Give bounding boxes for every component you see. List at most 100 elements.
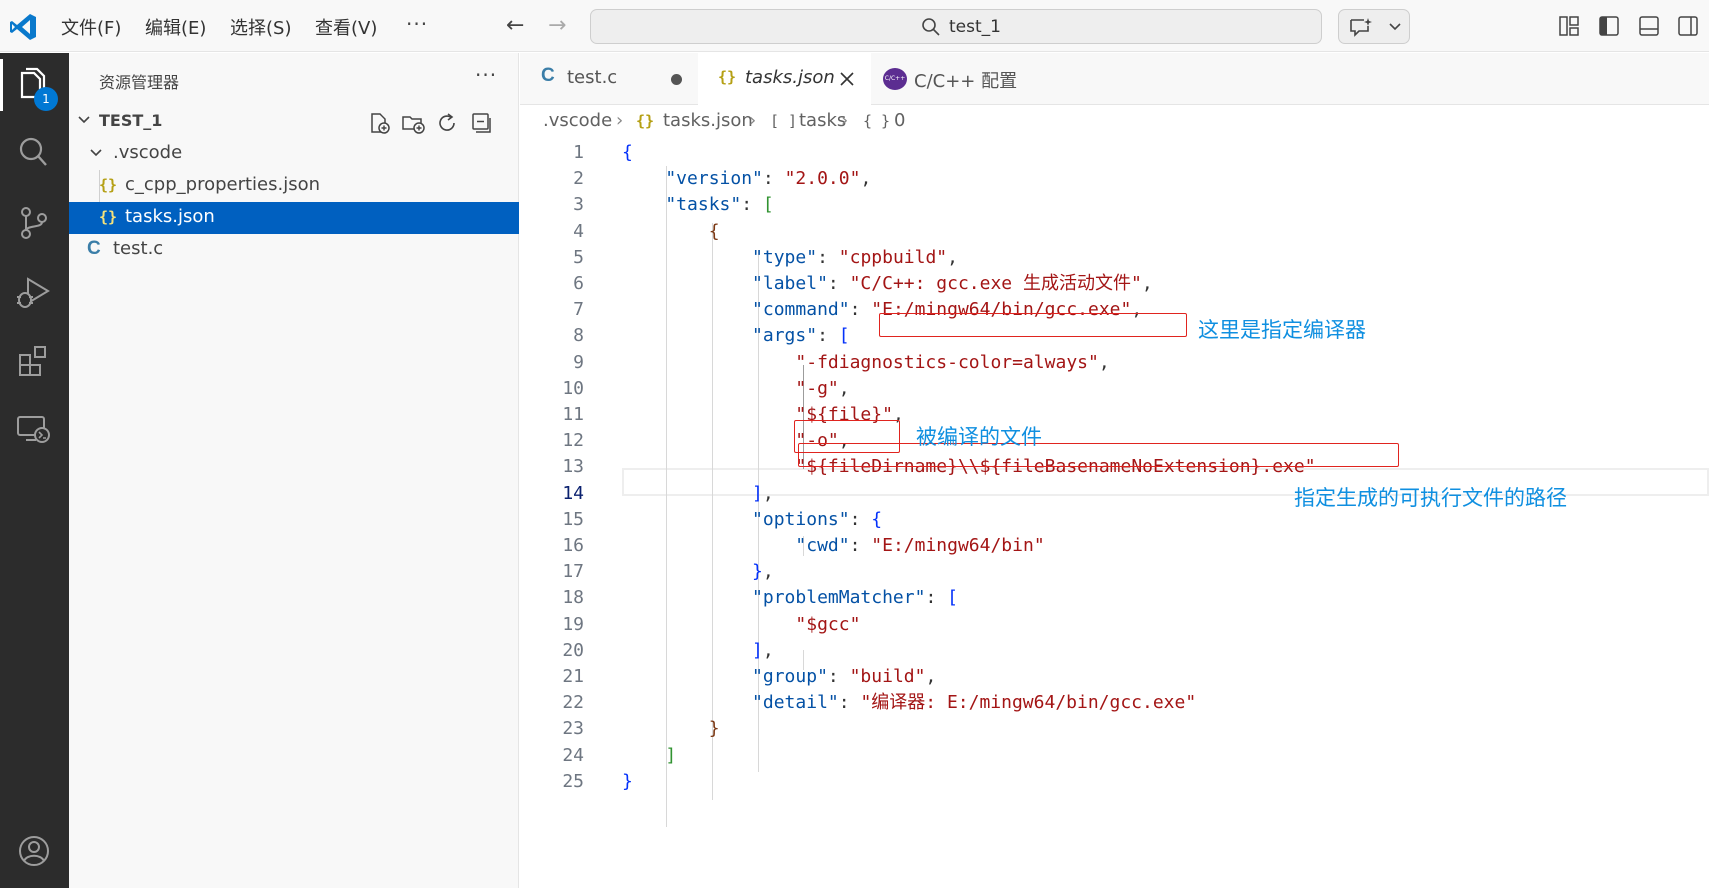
tree-item-test-c[interactable]: C test.c (69, 234, 519, 266)
tab-tasks-json[interactable]: {} tasks.json (698, 53, 871, 105)
line-number: 11 (562, 404, 584, 425)
chevron-right-icon: › (841, 110, 849, 131)
code-token: , (762, 561, 774, 583)
code-content: "problemMatcher": [ (622, 584, 958, 612)
code-token: [ (762, 194, 774, 216)
highlight-box-output (798, 443, 1399, 467)
line-number: 17 (562, 561, 584, 583)
code-content: "-fdiagnostics-color=always", (622, 349, 1109, 377)
code-editor[interactable]: 1{2 "version": "2.0.0", 3 "tasks": [4 {5 … (520, 139, 1709, 888)
menu-edit[interactable]: 编辑(E) (145, 14, 206, 40)
line-number: 6 (573, 273, 584, 294)
new-file-icon[interactable] (367, 111, 391, 135)
code-token: "label" (622, 273, 828, 294)
code-token: { (622, 220, 720, 242)
breadcrumb-object[interactable]: 0 (894, 110, 905, 131)
workspace-header[interactable]: TEST_1 (69, 105, 519, 137)
extensions-activity[interactable] (14, 341, 54, 381)
menu-view[interactable]: 查看(V) (315, 14, 377, 40)
code-token: : (849, 299, 872, 321)
code-line[interactable]: 9 "-fdiagnostics-color=always", (520, 349, 1709, 377)
toggle-panel-icon[interactable] (1638, 15, 1660, 37)
toggle-primary-sidebar-icon[interactable] (1598, 15, 1620, 37)
search-activity[interactable] (14, 133, 54, 173)
line-number: 14 (562, 482, 584, 504)
code-content: ] (622, 742, 676, 770)
close-icon[interactable] (840, 72, 854, 86)
source-control-icon (21, 207, 47, 239)
menu-more-button[interactable]: ··· (406, 12, 428, 36)
code-line[interactable]: 2 "version": "2.0.0", (520, 165, 1709, 193)
code-line[interactable]: 20 ], (520, 637, 1709, 665)
code-line[interactable]: 22 "detail": "编译器: E:/mingw64/bin/gcc.ex… (520, 689, 1709, 717)
back-arrow-icon[interactable]: ← (506, 13, 524, 38)
source-control-activity[interactable] (14, 203, 54, 243)
code-token: "cwd" (622, 535, 850, 556)
unsaved-dot-icon[interactable] (671, 74, 682, 85)
code-content: ], (622, 480, 774, 508)
line-number: 5 (573, 246, 584, 268)
code-line[interactable]: 4 { (520, 218, 1709, 246)
explorer-activity[interactable]: 1 (0, 59, 58, 111)
json-file-icon: {} (99, 176, 118, 194)
tree-item-c-cpp-properties[interactable]: {} c_cpp_properties.json (69, 170, 519, 202)
code-line[interactable]: 6 "label": "C/C++: gcc.exe 生成活动文件", (520, 270, 1709, 298)
menu-file[interactable]: 文件(F) (61, 14, 121, 40)
remote-explorer-icon (17, 416, 50, 443)
code-content: "detail": "编译器: E:/mingw64/bin/gcc.exe" (622, 689, 1196, 717)
tab-test-c[interactable]: C test.c (520, 53, 698, 105)
tree-item-tasks-json[interactable]: {} tasks.json (69, 202, 519, 234)
line-number: 22 (562, 692, 584, 714)
refresh-icon[interactable] (435, 111, 459, 135)
tab-cpp-config[interactable]: C/C++ C/C++ 配置 (871, 53, 1059, 105)
run-debug-activity[interactable] (14, 273, 54, 313)
code-token: { (622, 142, 633, 163)
code-line[interactable]: 3 "tasks": [ (520, 191, 1709, 219)
search-icon (922, 18, 940, 36)
code-token: ] (622, 744, 677, 766)
line-number: 3 (573, 194, 584, 216)
explorer-sidebar: 资源管理器 ··· TEST_1 .vscode {} c_cpp_proper… (69, 53, 519, 888)
sidebar-more-actions-button[interactable]: ··· (475, 63, 497, 87)
code-line[interactable]: 23 } (520, 715, 1709, 743)
code-line[interactable]: 18 "problemMatcher": [ (520, 584, 1709, 612)
tree-item-label: test.c (113, 238, 164, 259)
breadcrumb-folder[interactable]: .vscode (543, 110, 612, 131)
breadcrumb: .vscode › {} tasks.json › [ ] tasks › { … (520, 105, 1709, 139)
toggle-secondary-sidebar-icon[interactable] (1677, 15, 1699, 37)
collapse-all-icon[interactable] (469, 111, 493, 135)
code-line[interactable]: 21 "group": "build", (520, 663, 1709, 691)
code-token: "detail" (622, 692, 839, 714)
breadcrumb-file[interactable]: tasks.json (663, 110, 753, 131)
code-line[interactable]: 10 "-g", (520, 375, 1709, 403)
code-token: "-g" (622, 377, 839, 399)
code-line[interactable]: 11 "${file}", (520, 401, 1709, 429)
object-icon: { } (863, 112, 891, 130)
accounts-activity[interactable] (14, 831, 54, 871)
code-line[interactable]: 17 }, (520, 558, 1709, 586)
search-icon (19, 137, 47, 166)
c-file-icon: C (87, 238, 101, 259)
code-line[interactable]: 25} (520, 768, 1709, 796)
code-line[interactable]: 1{ (520, 139, 1709, 167)
code-line[interactable]: 24 ] (520, 742, 1709, 770)
command-center-search[interactable]: test_1 (590, 9, 1322, 44)
chevron-down-icon (78, 116, 90, 124)
tab-label: C/C++ 配置 (914, 71, 1018, 92)
tree-item-vscode-folder[interactable]: .vscode (69, 138, 519, 170)
new-folder-icon[interactable] (401, 111, 425, 135)
code-content: "-g", (622, 375, 849, 403)
remote-explorer-activity[interactable] (14, 409, 54, 449)
code-line[interactable]: 16 "cwd": "E:/mingw64/bin" (520, 532, 1709, 560)
copilot-chat-button[interactable] (1338, 9, 1410, 44)
menu-selection[interactable]: 选择(S) (230, 14, 291, 40)
code-token: , (860, 168, 872, 190)
line-number: 25 (562, 770, 584, 792)
array-icon: [ ] (770, 112, 798, 130)
code-line[interactable]: 19 "$gcc" (520, 611, 1709, 639)
code-line[interactable]: 5 "type": "cppbuild", (520, 244, 1709, 272)
breadcrumb-array[interactable]: tasks (799, 110, 846, 131)
forward-arrow-icon[interactable]: → (548, 13, 566, 38)
customize-layout-icon[interactable] (1558, 15, 1580, 37)
run-debug-icon (17, 277, 50, 308)
